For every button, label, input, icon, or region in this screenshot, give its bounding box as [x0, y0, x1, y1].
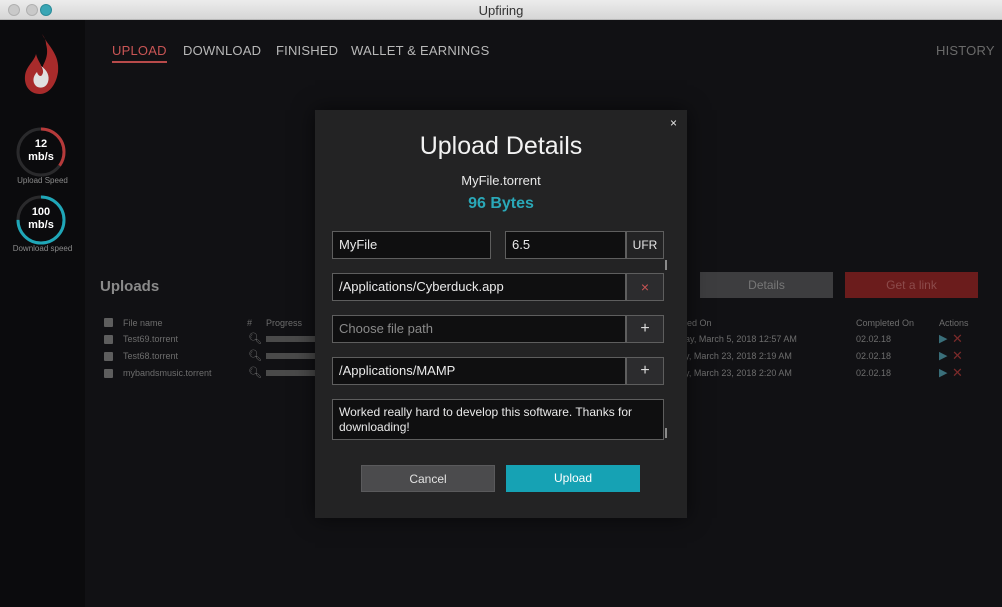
dialog-title: Upload Details — [419, 132, 583, 160]
column-header-hash: # — [247, 318, 253, 328]
row-file-name: mybandsmusic.torrent — [123, 368, 212, 378]
search-icon[interactable]: 🔍︎ — [248, 332, 262, 345]
app-window: Upfiring 12 mb/s Upload Speed 100 mb/s D… — [0, 0, 1002, 607]
choose-file-path-field[interactable]: Choose file path — [332, 315, 626, 343]
add-path-button[interactable]: + — [626, 357, 664, 385]
download-speed-gauge: 100 mb/s — [15, 194, 67, 246]
upfiring-logo — [24, 34, 59, 94]
clear-path-button[interactable]: × — [626, 273, 664, 301]
upload-speed-unit: mb/s — [28, 151, 54, 163]
row-file-name: Test69.torrent — [123, 334, 179, 344]
file-path-field[interactable]: /Applications/Cyberduck.app — [332, 273, 626, 301]
download-speed-label: Download speed — [12, 244, 73, 253]
window-title: Upfiring — [478, 3, 524, 18]
row-uploaded-on: day, March 5, 2018 12:57 AM — [680, 334, 797, 344]
progress-bar — [266, 370, 316, 376]
details-button[interactable]: Details — [700, 272, 833, 298]
row-completed-on: 02.02.18 — [856, 351, 892, 361]
progress-bar — [266, 353, 316, 359]
search-icon[interactable]: 🔍︎ — [248, 349, 262, 362]
upload-button[interactable]: Upload — [506, 465, 640, 492]
upload-speed-label: Upload Speed — [17, 176, 68, 185]
delete-icon[interactable]: ✕ — [952, 348, 963, 364]
title-bar: Upfiring — [0, 0, 1002, 20]
tab-wallet-earnings[interactable]: WALLET & EARNINGS — [351, 43, 490, 58]
column-header-uploaded-on: ed On — [687, 318, 712, 328]
row-file-name: Test68.torrent — [123, 351, 179, 361]
dialog-file-size: 96 Bytes — [468, 195, 534, 212]
play-icon[interactable]: ▶ — [939, 332, 947, 345]
scrollbar-thumb[interactable] — [665, 428, 667, 438]
column-header-actions: Actions — [939, 318, 969, 328]
get-link-button[interactable]: Get a link — [845, 272, 978, 298]
install-path-field[interactable]: /Applications/MAMP — [332, 357, 626, 385]
currency-label: UFR — [626, 231, 664, 259]
row-checkbox[interactable] — [104, 369, 113, 378]
upload-speed-value: 12 — [34, 138, 48, 150]
sidebar: 12 mb/s Upload Speed 100 mb/s Download s… — [0, 20, 85, 607]
column-header-progress: Progress — [266, 318, 303, 328]
dialog-file-name: MyFile.torrent — [461, 173, 541, 188]
cancel-button[interactable]: Cancel — [361, 465, 495, 492]
delete-icon[interactable]: ✕ — [952, 365, 963, 381]
play-icon[interactable]: ▶ — [939, 349, 947, 362]
select-all-checkbox[interactable] — [104, 318, 113, 327]
tab-download[interactable]: DOWNLOAD — [183, 43, 261, 58]
name-field[interactable]: MyFile — [332, 231, 491, 259]
row-completed-on: 02.02.18 — [856, 368, 892, 378]
uploads-heading: Uploads — [100, 278, 160, 295]
search-icon[interactable]: 🔍︎ — [248, 366, 262, 379]
progress-bar — [266, 336, 316, 342]
row-uploaded-on: ay, March 23, 2018 2:19 AM — [680, 351, 792, 361]
close-icon[interactable]: × — [670, 116, 677, 130]
row-checkbox[interactable] — [104, 352, 113, 361]
row-completed-on: 02.02.18 — [856, 334, 892, 344]
upload-details-dialog: × Upload Details MyFile.torrent 96 Bytes… — [315, 110, 687, 518]
play-icon[interactable]: ▶ — [939, 366, 947, 379]
row-uploaded-on: ay, March 23, 2018 2:20 AM — [680, 368, 792, 378]
upload-speed-gauge: 12 mb/s — [15, 126, 67, 178]
scrollbar-track — [665, 260, 667, 270]
column-header-completed-on: Completed On — [856, 318, 915, 328]
column-header-file-name: File name — [123, 318, 163, 328]
tab-upload[interactable]: UPLOAD — [112, 43, 167, 63]
tab-history[interactable]: HISTORY — [936, 43, 995, 58]
download-speed-value: 100 — [31, 206, 51, 218]
tab-finished[interactable]: FINISHED — [276, 43, 338, 58]
delete-icon[interactable]: ✕ — [952, 331, 963, 347]
download-speed-unit: mb/s — [28, 219, 54, 231]
price-field[interactable]: 6.5 — [505, 231, 626, 259]
row-checkbox[interactable] — [104, 335, 113, 344]
add-path-button[interactable]: + — [626, 315, 664, 343]
description-textarea[interactable]: Worked really hard to develop this softw… — [332, 399, 664, 440]
